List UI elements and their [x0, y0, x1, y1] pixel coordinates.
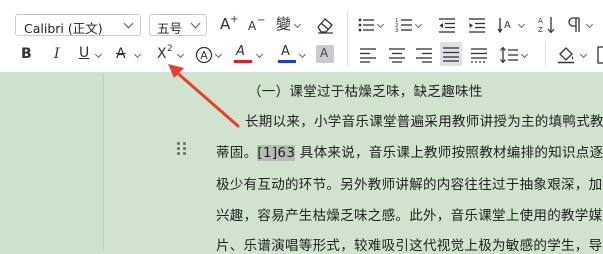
distribute-icon [471, 48, 487, 63]
show-marks-button[interactable] [566, 14, 596, 36]
phonetic-guide-button[interactable]: 變 [275, 14, 305, 36]
char-border-button[interactable]: A [316, 45, 334, 63]
highlight-color-button[interactable]: A [232, 44, 266, 66]
bold-icon: B [21, 46, 32, 62]
paragraph-line-4: 兴趣，容易产生枯燥乏味之感。此外，音乐课堂上使用的教学媒 [216, 208, 603, 224]
font-size-value: 五号 [157, 21, 183, 36]
font-family-select[interactable]: Calibri (正文) [15, 14, 141, 36]
chevron-down-icon [585, 20, 594, 29]
font-family-value: Calibri (正文) [24, 21, 103, 36]
chevron-down-icon [414, 20, 423, 29]
increase-font-icon: A [220, 15, 231, 33]
justify-icon [443, 47, 459, 62]
drag-handle-icon[interactable] [176, 141, 188, 155]
underline-icon: U [79, 45, 90, 61]
toolbar-separator [545, 42, 546, 66]
svg-text:A: A [200, 49, 208, 62]
toolbar-separator [347, 10, 348, 66]
paragraph-line-5: 片、乐谱演唱等形式，较难吸引这代视觉上极为敏感的学生，导 [216, 238, 603, 254]
citation-reference[interactable]: [1]63 [257, 145, 296, 161]
strikethrough-icon: A [116, 46, 126, 62]
justify-button[interactable] [440, 42, 462, 66]
paragraph-line-1: 长期以来，小学音乐课堂普遍采用教师讲授为主的填鸭式教 [245, 114, 603, 130]
paragraph-shading-button[interactable] [556, 44, 592, 66]
font-color-button[interactable]: A [276, 44, 308, 66]
increase-font-size-button[interactable]: A + [218, 14, 238, 36]
svg-text:A: A [538, 17, 543, 25]
align-right-button[interactable] [413, 44, 435, 66]
decrease-font-size-button[interactable]: A − [246, 14, 266, 36]
increase-indent-icon [469, 18, 485, 33]
paragraph-line-2: 蒂固。[1]63 具体来说，音乐课上教师按照教材编排的知识点逐 [216, 141, 603, 161]
text-direction-icon: A [497, 18, 511, 34]
decrease-indent-button[interactable] [436, 14, 458, 36]
chevron-down-icon [123, 18, 134, 29]
svg-text:Z: Z [538, 26, 543, 34]
chevron-down-icon [520, 50, 529, 59]
chevron-down-icon [94, 50, 103, 59]
chevron-down-icon [176, 50, 185, 59]
borders-icon [597, 46, 603, 64]
underline-button[interactable]: U [76, 44, 106, 66]
chevron-down-icon [133, 50, 142, 59]
paragraph-line-3: 极少有互动的环节。另外教师讲解的内容往往过于抽象艰深，加 [216, 177, 603, 193]
italic-icon: I [54, 46, 60, 62]
distribute-button[interactable] [468, 44, 490, 66]
increase-indent-button[interactable] [466, 14, 488, 36]
strikethrough-button[interactable]: A [113, 44, 145, 66]
paint-bucket-icon [558, 47, 574, 64]
chevron-down-icon [190, 18, 201, 29]
font-size-select[interactable]: 五号 [149, 14, 207, 36]
bullet-list-icon [358, 18, 374, 32]
font-color-icon: A [281, 44, 290, 59]
italic-button[interactable]: I [47, 44, 69, 66]
phonetic-icon: 變 [276, 15, 292, 33]
highlight-color-bar [234, 60, 252, 63]
section-heading: （一）课堂过于枯燥乏味，缺乏趣味性 [248, 84, 483, 100]
bullet-list-button[interactable] [357, 14, 387, 36]
decrease-indent-icon [439, 18, 455, 33]
bold-button[interactable]: B [15, 44, 37, 66]
char-border-icon: A [320, 46, 329, 60]
font-color-bar [278, 60, 296, 63]
align-left-icon [360, 48, 376, 63]
superscript-two-icon: 2 [167, 44, 173, 54]
chevron-down-icon [214, 50, 223, 59]
paragraph-mark-icon [568, 17, 580, 32]
eraser-icon [317, 18, 333, 34]
numbered-list-button[interactable]: 1 2 3 [395, 14, 425, 36]
chevron-down-icon [298, 50, 307, 59]
sort-icon: A Z [538, 17, 555, 34]
svg-text:3: 3 [395, 28, 399, 34]
align-left-button[interactable] [357, 44, 379, 66]
chevron-down-icon [293, 20, 302, 29]
decrease-font-icon: A [248, 19, 257, 33]
numbered-list-icon: 1 2 3 [395, 18, 412, 34]
paragraph-line-2-start: 蒂固。 [216, 145, 258, 161]
chevron-down-icon [517, 20, 526, 29]
plus-icon: + [230, 14, 239, 25]
line-spacing-button[interactable] [499, 44, 531, 66]
superscript-button[interactable]: X 2 [156, 44, 186, 66]
text-direction-button[interactable]: A [497, 14, 527, 36]
char-shading-button[interactable]: A [194, 44, 224, 66]
highlight-icon: A [236, 44, 245, 59]
chevron-down-icon [579, 50, 588, 59]
align-center-icon [389, 48, 405, 63]
chevron-down-icon [255, 50, 264, 59]
sort-button[interactable]: A Z [536, 14, 558, 36]
align-right-icon [416, 48, 432, 63]
minus-icon: − [257, 15, 266, 26]
paragraph-line-2-rest: 具体来说，音乐课上教师按照教材编排的知识点逐 [295, 145, 603, 161]
borders-button[interactable] [597, 44, 603, 66]
ribbon-toolbar: Calibri (正文) 五号 A + A − 變 B I U A X 2 A … [0, 0, 603, 73]
superscript-icon: X [157, 46, 167, 62]
document-margin [0, 73, 103, 250]
clear-format-button[interactable] [314, 14, 336, 36]
line-spacing-icon [500, 46, 518, 64]
char-shading-icon: A [195, 46, 213, 64]
align-center-button[interactable] [386, 44, 408, 66]
chevron-down-icon [376, 20, 385, 29]
svg-text:A: A [504, 20, 511, 31]
